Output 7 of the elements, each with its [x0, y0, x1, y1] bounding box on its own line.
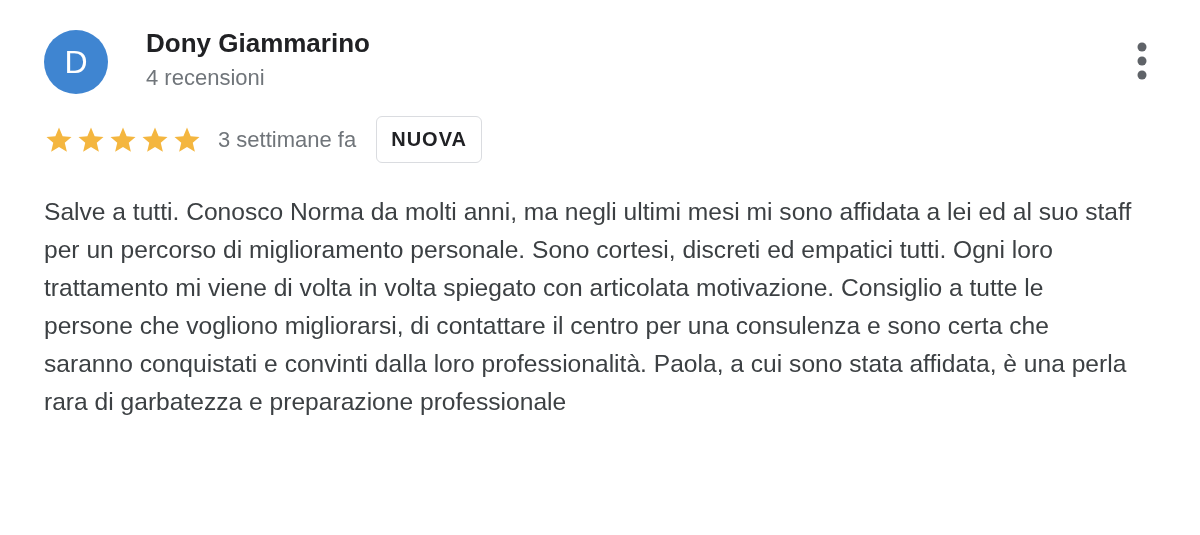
review-time: 3 settimane fa: [218, 126, 357, 153]
review-count: 4 recensioni: [146, 65, 266, 91]
new-badge: NUOVA: [376, 116, 482, 163]
author-name[interactable]: Dony Giammarino: [146, 28, 1098, 59]
review-text: Salve a tutti. Conosco Norma da molti anni, ma negli ultimi mesi mi sono affidata a lei ed al suo staff per un percorso di miglioramento personale. Sono cortesi, discreti ed empatici tutti. Ogni loro trattamento mi viene di volta in volta spiegato con articolata motivazione. Consiglio a tutte le persone che vogliono migliorarsi, di contattare il centro per una consulenza e sono certa che saranno conquistati e convinti dalla loro professionalità. Paola, a cui sono stata affidata, è una perla rara di garbatezza e preparazione professionale: [44, 197, 1133, 417]
more-options-icon[interactable]: [1136, 42, 1148, 80]
avatar[interactable]: D: [44, 30, 108, 94]
